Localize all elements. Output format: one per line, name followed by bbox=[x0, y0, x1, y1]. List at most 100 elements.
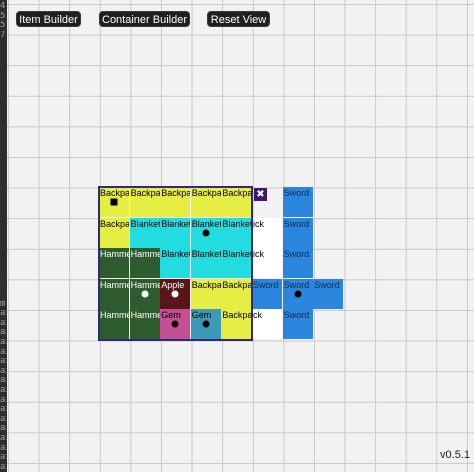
item-cell-backpack[interactable]: Backpack bbox=[221, 309, 252, 340]
item-cell-partial[interactable]: ck bbox=[252, 309, 282, 340]
item-cell-blanket[interactable]: Blanket bbox=[190, 217, 221, 248]
item-cell-backpack[interactable]: Backpack bbox=[129, 187, 160, 217]
side-panel-text: ai bbox=[0, 366, 7, 376]
item-cell-partial[interactable]: ick bbox=[252, 248, 282, 279]
side-panel-text: ai bbox=[0, 386, 7, 395]
container-builder-button[interactable]: Container Builder bbox=[99, 11, 190, 27]
item-cell-hammer[interactable]: Hammer bbox=[129, 309, 160, 340]
item-cell-blanket[interactable]: Blanket bbox=[160, 217, 191, 248]
side-panel: 4557maiaiaiaiaiaiaiaiaiaiaiaiaiaiaiaiai bbox=[0, 0, 7, 472]
side-panel-text: ai bbox=[0, 376, 7, 386]
item-cell-sword[interactable]: Sword bbox=[282, 278, 313, 309]
item-label: Backpack bbox=[222, 279, 252, 290]
item-cell-partial[interactable]: ick bbox=[252, 217, 282, 248]
item-label: Blanket bbox=[161, 249, 191, 260]
version-label: v0.5.1 bbox=[440, 449, 470, 461]
anchor-square-icon bbox=[110, 198, 118, 206]
item-cell-gem_teal[interactable]: Gem bbox=[190, 309, 221, 340]
side-panel-text: 4 bbox=[0, 2, 6, 11]
item-label: Sword bbox=[283, 188, 310, 198]
item-cell-blanket[interactable]: Blanket bbox=[221, 217, 252, 248]
item-cell-hammer[interactable]: Hammer bbox=[99, 248, 129, 279]
item-label: Hammer bbox=[100, 310, 129, 321]
item-cell-blanket[interactable]: Blanket bbox=[160, 248, 191, 279]
side-panel-text: m bbox=[0, 299, 6, 309]
item-label: Sword bbox=[314, 279, 340, 290]
item-cell-backpack[interactable]: Backpack bbox=[190, 278, 221, 309]
item-label: Sword bbox=[283, 218, 310, 229]
item-cell-sword[interactable]: Sword bbox=[282, 309, 313, 340]
item-label: ick bbox=[253, 218, 264, 229]
side-panel-text: ai bbox=[0, 357, 7, 367]
item-label: ck bbox=[253, 310, 262, 321]
item-label: Backpack bbox=[130, 188, 160, 198]
item-label: Blanket bbox=[222, 218, 252, 229]
side-panel-text: ai bbox=[0, 462, 7, 472]
item-cell-hammer[interactable]: Hammer bbox=[99, 309, 129, 340]
item-label: Hammer bbox=[130, 279, 160, 290]
item-label: Backpack bbox=[191, 279, 221, 290]
side-panel-text: ai bbox=[0, 309, 7, 319]
item-label: Blanket bbox=[191, 249, 221, 260]
item-cell-hammer[interactable]: Hammer bbox=[129, 278, 160, 309]
item-label: Hammer bbox=[130, 249, 160, 260]
item-cell-hammer[interactable]: Hammer bbox=[129, 248, 160, 279]
anchor-dot-icon bbox=[202, 320, 210, 328]
side-panel-text: ai bbox=[0, 434, 7, 443]
item-cell-backpack[interactable]: Backpack bbox=[99, 217, 129, 248]
item-label: Apple bbox=[161, 279, 185, 290]
side-panel-text: ai bbox=[0, 347, 7, 357]
close-icon[interactable]: ✖ bbox=[254, 188, 267, 201]
side-panel-text: ai bbox=[0, 328, 7, 338]
item-label: Sword bbox=[253, 279, 279, 290]
item-label: Backpack bbox=[222, 310, 252, 321]
item-label: Sword bbox=[283, 279, 310, 290]
item-label: Gem bbox=[191, 310, 212, 321]
item-cell-blanket[interactable]: Blanket bbox=[190, 248, 221, 279]
anchor-dot-icon bbox=[171, 320, 179, 328]
item-cell-blanket[interactable]: Blanket bbox=[129, 217, 160, 248]
anchor-dot-icon bbox=[171, 290, 179, 298]
item-label: Gem bbox=[161, 310, 181, 321]
item-cell-sword[interactable]: Sword bbox=[313, 278, 344, 309]
item-label: Blanket bbox=[161, 218, 191, 229]
side-panel-text: ai bbox=[0, 414, 7, 424]
item-label: Blanket bbox=[191, 218, 221, 229]
item-cell-blanket[interactable]: Blanket bbox=[221, 248, 252, 279]
item-cell-backpack[interactable]: Backpack bbox=[190, 187, 221, 217]
anchor-dot-icon bbox=[294, 290, 302, 298]
item-label: Sword bbox=[283, 249, 310, 260]
anchor-dot-icon bbox=[141, 290, 149, 298]
item-label: Blanket bbox=[222, 249, 252, 260]
item-label: Blanket bbox=[130, 218, 160, 229]
item-label: ick bbox=[253, 249, 264, 260]
side-panel-text: ai bbox=[0, 405, 7, 415]
item-cell-sword[interactable]: Sword bbox=[252, 278, 282, 309]
item-label: Hammer bbox=[130, 310, 160, 321]
side-panel-text: ai bbox=[0, 318, 7, 328]
side-panel-text: ai bbox=[0, 453, 7, 463]
reset-view-button[interactable]: Reset View bbox=[207, 11, 270, 27]
item-label: Hammer bbox=[100, 249, 129, 260]
item-cell-backpack[interactable]: Backpack bbox=[221, 278, 252, 309]
item-label: Backpack bbox=[191, 188, 221, 198]
item-cell-gem_pink[interactable]: Gem bbox=[160, 309, 191, 340]
side-panel-text: 5 bbox=[0, 21, 6, 31]
item-cell-sword[interactable]: Sword bbox=[282, 248, 313, 279]
item-cell-hammer[interactable]: Hammer bbox=[99, 278, 129, 309]
item-label: Backpack bbox=[222, 188, 252, 198]
item-builder-button[interactable]: Item Builder bbox=[16, 11, 81, 27]
side-panel-text: 7 bbox=[0, 30, 6, 40]
item-cell-backpack[interactable]: Backpack bbox=[99, 187, 129, 217]
item-label: Backpack bbox=[100, 218, 129, 229]
side-panel-text: 5 bbox=[0, 11, 6, 21]
item-label: Hammer bbox=[100, 279, 129, 290]
item-cell-backpack[interactable]: Backpack bbox=[221, 187, 252, 217]
item-cell-backpack[interactable]: Backpack bbox=[160, 187, 191, 217]
anchor-dot-icon bbox=[202, 229, 210, 237]
item-cell-apple[interactable]: Apple bbox=[160, 278, 191, 309]
item-cell-sword[interactable]: Sword bbox=[282, 187, 313, 217]
item-label: Sword bbox=[283, 310, 310, 321]
item-cell-sword[interactable]: Sword bbox=[282, 217, 313, 248]
side-panel-text: ai bbox=[0, 424, 7, 434]
